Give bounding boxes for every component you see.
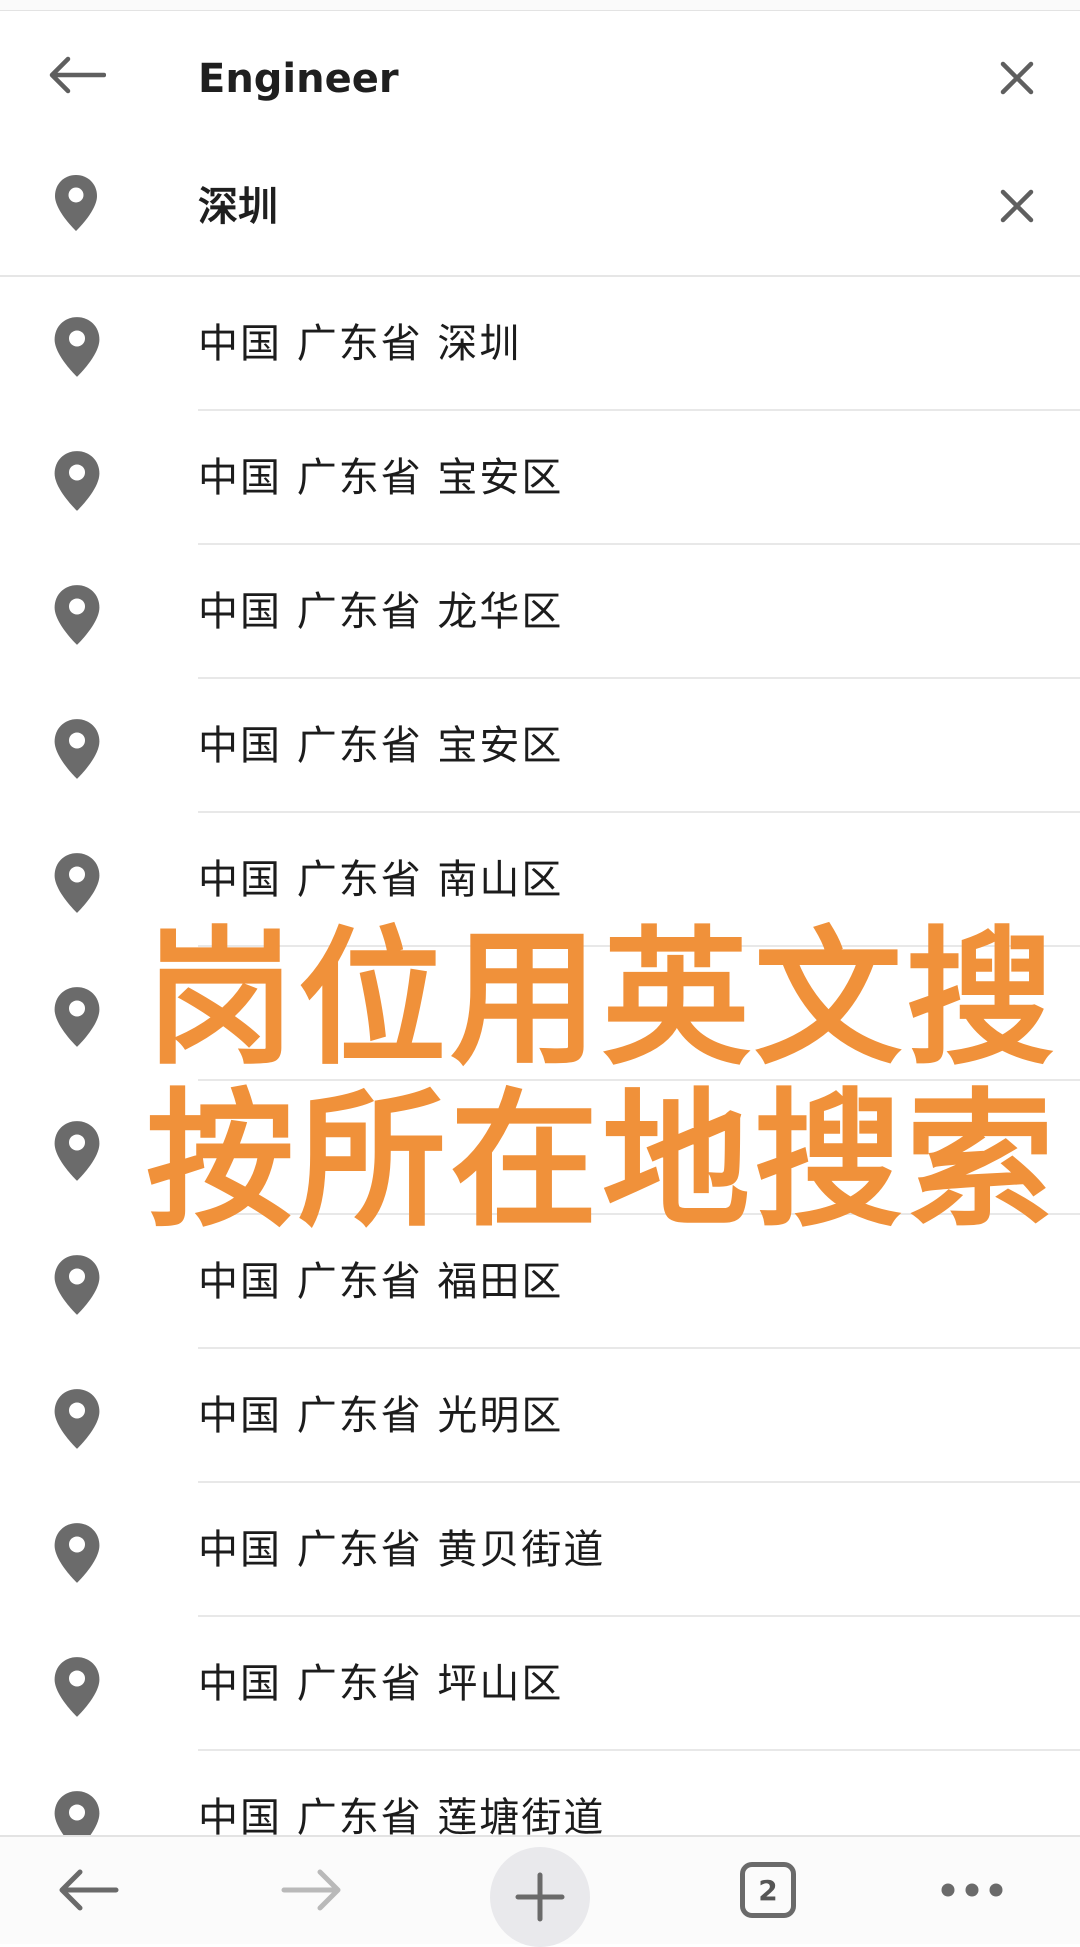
tabs-icon: 2	[740, 1862, 796, 1918]
back-arrow-icon[interactable]	[40, 39, 112, 111]
location-pin-icon	[54, 1791, 100, 1835]
location-pin-icon	[54, 1121, 100, 1181]
tab-count: 2	[758, 1873, 778, 1907]
location-pin-icon	[54, 853, 100, 913]
suggestion-label: 中国 广东省 南山区	[198, 857, 564, 903]
location-pin-icon	[54, 1389, 100, 1449]
browser-back-button[interactable]	[38, 1845, 138, 1935]
location-pin-icon	[54, 585, 100, 645]
location-pin-icon	[54, 1523, 100, 1583]
suggestion-item[interactable]: 中国 广东省 宝安区	[0, 679, 1080, 813]
location-pin-icon	[54, 719, 100, 779]
location-pin-icon	[54, 451, 100, 511]
keyword-input[interactable]: Engineer	[198, 11, 399, 147]
back-arrow-icon	[59, 1869, 119, 1911]
suggestion-label: 中国 广东省 坪山区	[198, 1661, 564, 1707]
more-button[interactable]	[922, 1845, 1022, 1935]
close-icon	[1000, 61, 1034, 95]
suggestion-label: 中国 广东省 光明区	[198, 1393, 564, 1439]
browser-forward-button[interactable]	[262, 1845, 362, 1935]
forward-arrow-icon	[281, 1869, 341, 1911]
suggestion-item[interactable]	[0, 1081, 1080, 1215]
location-pin-icon	[40, 167, 112, 239]
suggestion-item[interactable]: 中国 广东省 福田区	[0, 1215, 1080, 1349]
suggestion-item[interactable]: 中国 广东省 黄贝街道	[0, 1483, 1080, 1617]
suggestion-item[interactable]: 中国 广东省 光明区	[0, 1349, 1080, 1483]
location-input[interactable]: 深圳	[198, 139, 278, 275]
suggestion-item[interactable]: 中国 广东省 坪山区	[0, 1617, 1080, 1751]
location-pin-icon	[54, 1657, 100, 1717]
suggestion-item[interactable]: 中国 广东省 龙华区	[0, 545, 1080, 679]
suggestion-label: 中国 广东省 黄贝街道	[198, 1527, 606, 1573]
suggestion-item[interactable]	[0, 947, 1080, 1081]
suggestion-label: 中国 广东省 福田区	[198, 1259, 564, 1305]
location-pin-icon	[54, 317, 100, 377]
suggestion-item[interactable]: 中国 广东省 深圳	[0, 277, 1080, 411]
close-icon	[1000, 189, 1034, 223]
keyword-search-row[interactable]: Engineer	[0, 11, 1080, 149]
browser-bottom-bar: 2	[0, 1835, 1080, 1947]
clear-keyword-button[interactable]	[988, 49, 1046, 107]
suggestion-label: 中国 广东省 莲塘街道	[198, 1795, 606, 1835]
suggestion-item[interactable]: 中国 广东省 南山区	[0, 813, 1080, 947]
location-suggestion-list: 中国 广东省 深圳 中国 广东省 宝安区 中国 广东省 龙华区 中国 广东省 宝安区中…	[0, 277, 1080, 1835]
suggestion-label: 中国 广东省 宝安区	[198, 723, 564, 769]
clear-location-button[interactable]	[988, 177, 1046, 235]
tabs-button[interactable]: 2	[718, 1845, 818, 1935]
new-tab-button[interactable]	[490, 1847, 590, 1947]
location-pin-icon	[54, 1255, 100, 1315]
more-icon	[941, 1883, 1003, 1897]
suggestion-item[interactable]: 中国 广东省 宝安区	[0, 411, 1080, 545]
suggestion-label: 中国 广东省 宝安区	[198, 455, 564, 501]
location-pin-icon	[54, 987, 100, 1047]
plus-icon	[515, 1872, 565, 1922]
suggestion-label: 中国 广东省 龙华区	[198, 589, 564, 635]
location-search-row[interactable]: 深圳	[0, 139, 1080, 277]
suggestion-item[interactable]: 中国 广东省 莲塘街道	[0, 1751, 1080, 1835]
suggestion-label: 中国 广东省 深圳	[198, 321, 522, 367]
status-strip	[0, 0, 1080, 11]
